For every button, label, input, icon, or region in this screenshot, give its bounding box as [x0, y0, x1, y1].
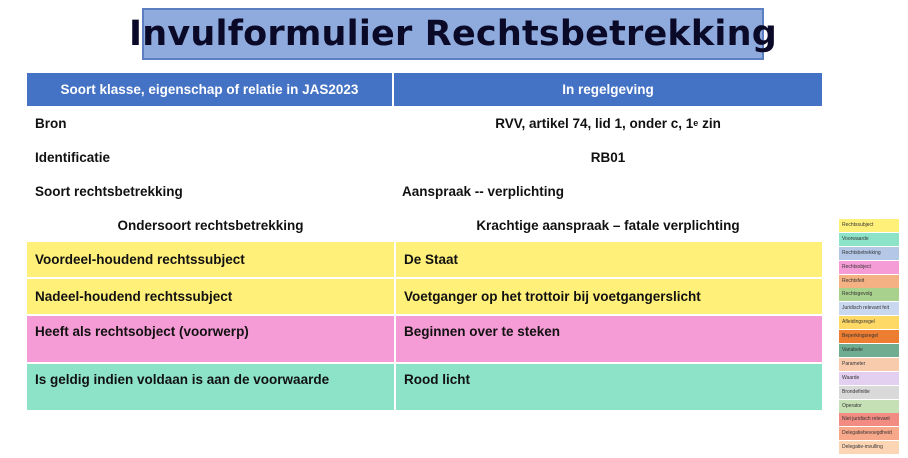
legend-item: Voorwaarde: [839, 232, 899, 246]
header-left: Soort klasse, eigenschap of relatie in J…: [27, 73, 394, 106]
row-value: Krachtige aanspraak – fatale verplichtin…: [394, 208, 822, 242]
row-value: De Staat: [394, 242, 822, 277]
table-row: Ondersoort rechtsbetrekking Krachtige aa…: [27, 208, 822, 242]
row-value: RVV, artikel 74, lid 1, onder c, 1e zin: [394, 106, 822, 140]
header-right: In regelgeving: [394, 73, 822, 106]
row-value: Voetganger op het trottoir bij voetgange…: [394, 279, 822, 314]
legend-item: Afleidingsregel: [839, 316, 899, 330]
row-label: Is geldig indien voldaan is aan de voorw…: [27, 364, 394, 410]
legend-item: Beperkingsregel: [839, 330, 899, 344]
row-value: Rood licht: [394, 364, 822, 410]
row-label: Heeft als rechtsobject (voorwerp): [27, 316, 394, 362]
page-title-box: Invulformulier Rechtsbetrekking: [129, 8, 777, 60]
row-label: Identificatie: [27, 140, 394, 174]
legend-item: Rechtsfeit: [839, 274, 899, 288]
legend-item: Delegatie-invulling: [839, 441, 899, 455]
table-row: Identificatie RB01: [27, 140, 822, 174]
row-label: Ondersoort rechtsbetrekking: [27, 208, 394, 242]
row-value: Beginnen over te steken: [394, 316, 822, 362]
legend-item: Operator: [839, 399, 899, 413]
legend-item: Rechtsbetrekking: [839, 246, 899, 260]
table-row: Bron RVV, artikel 74, lid 1, onder c, 1e…: [27, 106, 822, 140]
table-header-row: Soort klasse, eigenschap of relatie in J…: [27, 73, 822, 106]
table-row: Heeft als rechtsobject (voorwerp) Beginn…: [27, 316, 822, 362]
form-table: Soort klasse, eigenschap of relatie in J…: [27, 73, 822, 410]
color-legend: Rechtssubject Voorwaarde Rechtsbetrekking R…: [839, 219, 899, 455]
legend-item: Waarde: [839, 371, 899, 385]
table-row: Soort rechtsbetrekking Aanspraak -- verp…: [27, 174, 822, 208]
row-value: Aanspraak -- verplichting: [394, 174, 822, 208]
legend-item: Rechtssubject: [839, 219, 899, 232]
legend-item: Niet juridisch relevant: [839, 413, 899, 427]
legend-item: Juridisch relevant feit: [839, 302, 899, 316]
row-label: Nadeel-houdend rechtssubject: [27, 279, 394, 314]
table-row: Nadeel-houdend rechtssubject Voetganger …: [27, 279, 822, 314]
legend-item: Variabele: [839, 344, 899, 358]
legend-item: Brondefinitie: [839, 385, 899, 399]
source-text: RVV, artikel 74, lid 1, onder c, 1: [495, 115, 694, 131]
legend-item: Delegatiebevoegdheid: [839, 427, 899, 441]
table-row: Voordeel-houdend rechtssubject De Staat: [27, 242, 822, 277]
legend-item: Rechtsgevolg: [839, 288, 899, 302]
table-row: Is geldig indien voldaan is aan de voorw…: [27, 364, 822, 410]
legend-item: Parameter: [839, 357, 899, 371]
page-title: Invulformulier Rechtsbetrekking: [129, 14, 777, 54]
source-tail: zin: [698, 115, 721, 131]
row-value: RB01: [394, 140, 822, 174]
legend-item: Rechtsobject: [839, 260, 899, 274]
row-label: Voordeel-houdend rechtssubject: [27, 242, 394, 277]
row-label: Bron: [27, 106, 394, 140]
row-label: Soort rechtsbetrekking: [27, 174, 394, 208]
